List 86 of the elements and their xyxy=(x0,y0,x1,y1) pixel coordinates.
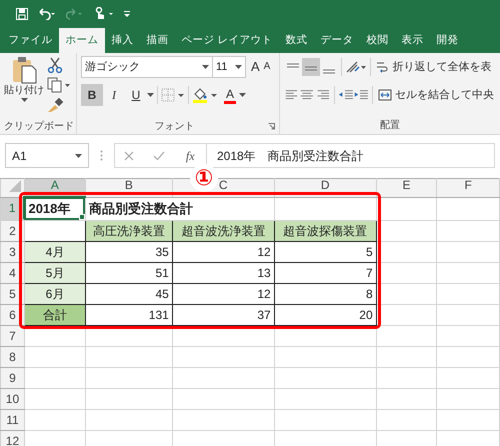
font-name-dropdown[interactable]: 游ゴシック xyxy=(81,56,213,78)
customize-menu-icon[interactable] xyxy=(124,11,130,17)
table-cell[interactable]: 超音波洗浄装置 xyxy=(172,220,274,241)
middle-align-icon[interactable] xyxy=(302,58,320,76)
caret-icon[interactable] xyxy=(239,93,246,97)
format-painter-icon[interactable] xyxy=(47,97,63,113)
insert-function-button[interactable]: fx xyxy=(184,146,197,164)
shrink-font-button[interactable]: A xyxy=(262,56,272,78)
font-size-dropdown[interactable]: 11 xyxy=(212,56,246,78)
dialog-launcher-icon[interactable] xyxy=(268,122,275,130)
decrease-indent-icon[interactable] xyxy=(338,88,354,102)
wrap-text-button[interactable]: 折り返して全体を表 xyxy=(374,56,494,78)
merge-center-button[interactable]: セルを結合して中央 xyxy=(376,84,496,106)
table-cell[interactable]: 12 xyxy=(172,283,274,304)
group-label: 配置 xyxy=(380,118,400,133)
caret-icon[interactable] xyxy=(75,154,82,158)
copy-icon[interactable] xyxy=(47,77,71,93)
bold-button[interactable]: B xyxy=(81,84,103,106)
align-left-icon[interactable] xyxy=(284,88,300,102)
table-cell[interactable]: 37 xyxy=(172,304,274,325)
font-color-button[interactable]: A xyxy=(222,84,248,106)
wrap-text-icon xyxy=(376,60,390,74)
ribbon-tab[interactable]: 表示 xyxy=(394,28,430,53)
ribbon-tab[interactable]: 校閲 xyxy=(360,28,395,53)
table-cell[interactable]: 7 xyxy=(274,262,376,283)
table-cell[interactable]: 6月 xyxy=(24,283,86,304)
row-header[interactable]: 12 xyxy=(0,430,24,446)
ribbon-tab[interactable]: 数式 xyxy=(278,28,314,53)
paste-button[interactable]: 貼り付け xyxy=(4,56,44,116)
ribbon-tab[interactable]: 描画 xyxy=(140,28,175,53)
caret-icon[interactable] xyxy=(235,65,242,69)
group-label: フォント xyxy=(154,120,194,134)
caret-icon[interactable] xyxy=(202,65,209,69)
row-header[interactable]: 7 xyxy=(0,325,24,346)
ribbon-tab[interactable]: ページ レイアウト xyxy=(175,28,279,53)
cut-icon[interactable] xyxy=(47,57,63,73)
check-icon[interactable] xyxy=(153,150,166,160)
ribbon-tab[interactable]: 開発 xyxy=(430,28,465,53)
ribbon-tab[interactable]: ホーム xyxy=(59,28,105,53)
grow-font-button[interactable]: A xyxy=(249,56,262,78)
fill-handle[interactable] xyxy=(78,214,85,220)
row-header[interactable]: 10 xyxy=(0,388,24,409)
fill-color-icon[interactable] xyxy=(192,87,218,103)
save-icon[interactable] xyxy=(16,8,28,20)
align-right-icon[interactable] xyxy=(315,88,331,102)
ribbon-tab[interactable]: データ xyxy=(314,28,360,53)
increase-indent-icon[interactable] xyxy=(353,88,370,102)
undo-icon[interactable] xyxy=(38,8,56,20)
row-header[interactable]: 11 xyxy=(0,409,24,430)
table-cell[interactable]: 131 xyxy=(85,304,172,325)
table-cell[interactable]: 合計 xyxy=(24,304,86,325)
table-cell[interactable]: 8 xyxy=(274,283,376,304)
table-cell[interactable]: 5月 xyxy=(24,262,86,283)
table-cell[interactable]: 13 xyxy=(172,262,274,283)
table-cell[interactable]: 商品別受注数合計 xyxy=(85,197,274,220)
table-cell[interactable]: 超音波探傷装置 xyxy=(274,220,376,241)
borders-icon[interactable] xyxy=(161,88,185,102)
caret-icon[interactable] xyxy=(147,93,154,97)
column-header[interactable]: E xyxy=(376,178,437,197)
underline-button[interactable]: U xyxy=(125,84,147,106)
table-cell[interactable]: 5 xyxy=(274,241,376,262)
touch-mode-icon[interactable] xyxy=(94,7,114,21)
ribbon-tab[interactable]: 挿入 xyxy=(105,28,140,53)
table-cell[interactable]: 4月 xyxy=(24,241,86,262)
formula-field[interactable]: 2018年 商品別受注数合計 xyxy=(206,143,495,168)
table-cell[interactable]: 51 xyxy=(85,262,172,283)
row-header[interactable]: 9 xyxy=(0,367,24,388)
orientation-icon[interactable] xyxy=(344,60,367,74)
table-cell[interactable]: 2018年 xyxy=(24,197,86,220)
align-center-icon[interactable] xyxy=(299,88,316,102)
clipboard-icon xyxy=(11,56,37,84)
table-cell[interactable]: 35 xyxy=(85,241,172,262)
table-cell[interactable] xyxy=(24,220,86,241)
table-cell[interactable]: 45 xyxy=(85,283,172,304)
merge-cells-icon xyxy=(378,88,392,102)
italic-button[interactable]: I xyxy=(103,84,125,106)
name-box[interactable]: A1 xyxy=(5,143,89,168)
ribbon-tab[interactable]: ファイル xyxy=(2,28,59,53)
table-cell[interactable]: 高圧洗浄装置 xyxy=(85,220,172,241)
grip-icon xyxy=(100,150,103,161)
table-cell[interactable]: 12 xyxy=(172,241,274,262)
row-header[interactable]: 8 xyxy=(0,346,24,367)
caret-icon[interactable] xyxy=(20,98,28,102)
group-label: クリップボード xyxy=(4,120,74,134)
table-cell[interactable]: 20 xyxy=(274,304,376,325)
column-header[interactable]: F xyxy=(436,178,500,197)
